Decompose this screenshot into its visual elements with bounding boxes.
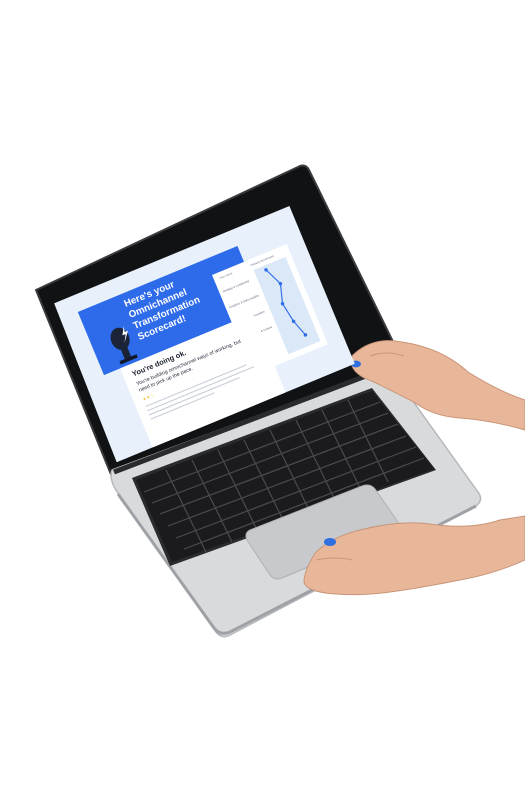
nail-icon bbox=[324, 538, 336, 546]
